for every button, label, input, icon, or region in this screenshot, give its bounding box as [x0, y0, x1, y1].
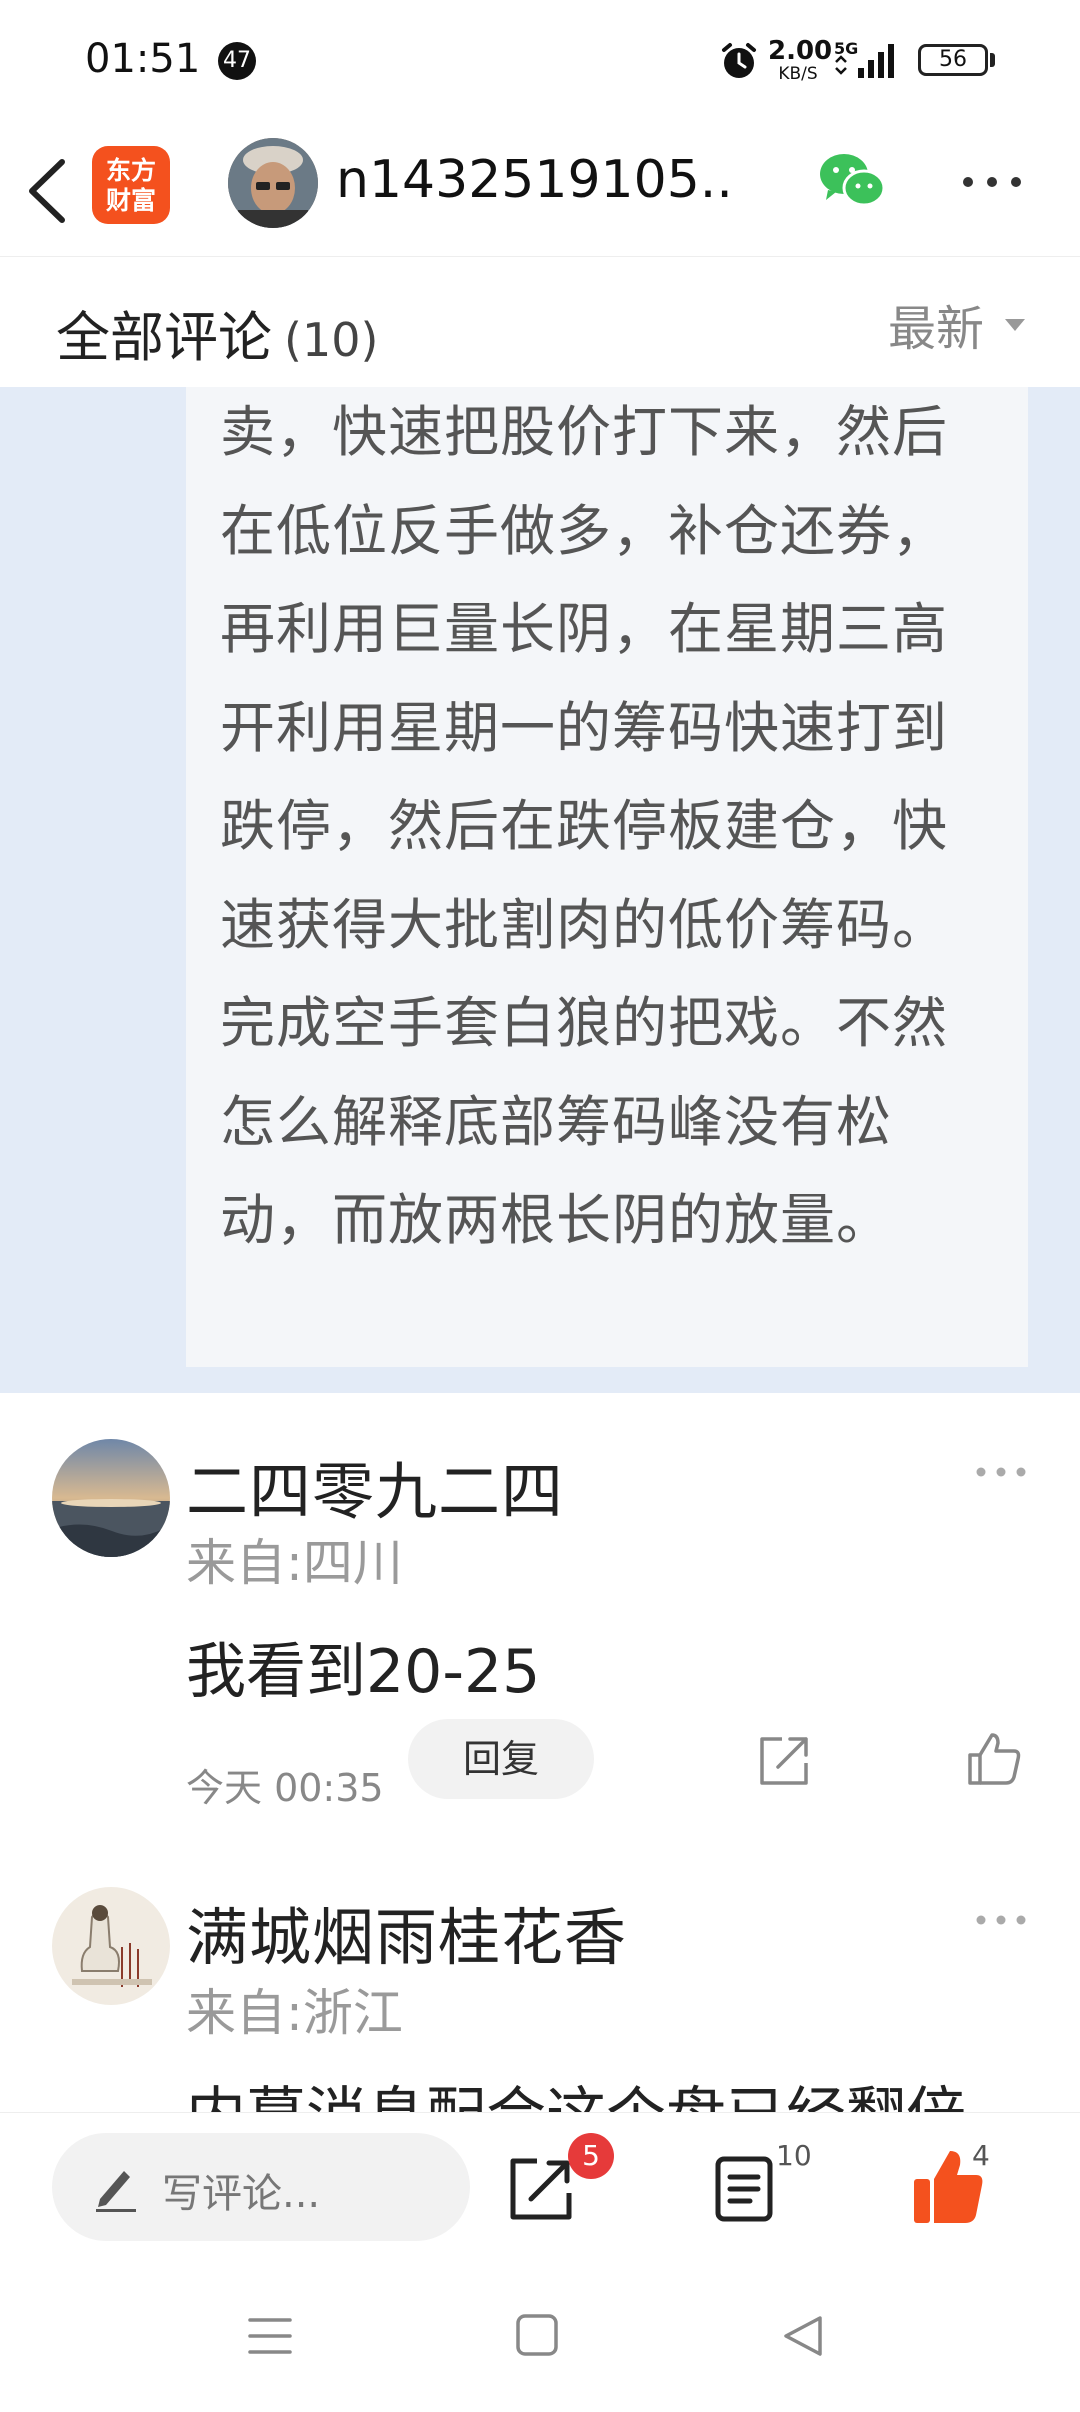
- user-avatar-image: [228, 138, 318, 228]
- sort-dropdown[interactable]: 最新: [888, 289, 984, 359]
- caret-down-icon[interactable]: [1005, 319, 1025, 331]
- more-options-icon[interactable]: [960, 172, 1024, 192]
- system-navigation-bar: [0, 2268, 1080, 2412]
- reply-button[interactable]: 回复: [408, 1719, 594, 1799]
- app-logo[interactable]: 东方 财富: [92, 146, 170, 224]
- quoted-post-text: 卖，快速把股价打下来，然后在低位反手做多，补仓还券，再利用巨量长阴，在星期三高开…: [220, 400, 949, 1252]
- comment-body: 我看到20-25: [186, 1637, 541, 1707]
- alarm-icon: [722, 43, 756, 78]
- network-speed-unit: KB/S: [778, 64, 818, 84]
- commenter-avatar-image: [52, 1439, 170, 1557]
- comment-item: 二四零九二四 来自:四川 我看到20-25 今天 00:35 回复: [0, 1393, 1080, 1853]
- pencil-icon: [96, 2171, 136, 2212]
- commenter-avatar-image: [52, 1887, 170, 2005]
- username[interactable]: n1432519105...: [336, 150, 736, 210]
- like-icon[interactable]: [964, 1729, 1024, 1789]
- commenter-name[interactable]: 二四零九二四: [186, 1441, 564, 1531]
- comment-item: 满城烟雨桂花香 来自:浙江 内幕消息配合这个盘已经翻倍: [0, 1853, 1080, 2113]
- like-count: 4: [972, 2139, 990, 2172]
- comment-body: 内幕消息配合这个盘已经翻倍: [186, 2067, 966, 2113]
- write-comment-placeholder: 写评论...: [162, 2171, 321, 2217]
- battery-level-text: 56: [939, 47, 967, 72]
- status-bar: 01:51 47 2.00 KB/S 5G 56: [0, 0, 1080, 120]
- share-count-badge: 5: [568, 2133, 614, 2179]
- comment-time: 今天 00:35: [186, 1766, 384, 1810]
- comment-more-icon[interactable]: [974, 1913, 1028, 1927]
- comments-title-text: 全部评论: [56, 306, 272, 369]
- svg-text:5G: 5G: [834, 39, 858, 58]
- battery-icon: 56: [918, 44, 988, 76]
- app-logo-line1: 东方: [105, 156, 156, 185]
- user-avatar[interactable]: [228, 138, 318, 228]
- share-icon[interactable]: [505, 2153, 577, 2225]
- notification-count-badge: 47: [218, 42, 256, 80]
- commenter-location: 来自:浙江: [186, 1984, 403, 2042]
- comments-header: 全部评论 (10) 最新: [0, 257, 1080, 387]
- battery-tip: [990, 53, 995, 67]
- signal-icon: 5G: [834, 39, 894, 78]
- commenter-location: 来自:四川: [186, 1534, 403, 1592]
- back-icon[interactable]: [18, 156, 78, 226]
- share-icon[interactable]: [756, 1733, 812, 1789]
- comments-title: 全部评论 (10): [56, 293, 378, 372]
- status-time: 01:51: [85, 36, 201, 82]
- wechat-share-icon[interactable]: [816, 150, 888, 212]
- comments-count: (10): [284, 313, 379, 367]
- home-icon[interactable]: [514, 2312, 560, 2358]
- commenter-avatar[interactable]: [52, 1887, 170, 2005]
- network-speed-value: 2.00: [768, 36, 833, 66]
- nav-header: 东方 财富 n1432519105...: [0, 120, 1080, 257]
- comment-list-icon[interactable]: [712, 2153, 776, 2225]
- write-comment-input[interactable]: 写评论...: [52, 2133, 470, 2241]
- quoted-post-box[interactable]: 卖，快速把股价打下来，然后在低位反手做多，补仓还券，再利用巨量长阴，在星期三高开…: [186, 387, 1028, 1367]
- app-logo-line2: 财富: [105, 186, 156, 215]
- bottom-action-bar: 写评论... 5 10 4: [0, 2112, 1080, 2268]
- recent-apps-icon[interactable]: [246, 2312, 294, 2360]
- commenter-avatar[interactable]: [52, 1439, 170, 1557]
- back-triangle-icon[interactable]: [778, 2312, 828, 2360]
- commenter-name[interactable]: 满城烟雨桂花香: [186, 1887, 627, 1977]
- quoted-post-section: 卖，快速把股价打下来，然后在低位反手做多，补仓还券，再利用巨量长阴，在星期三高开…: [0, 387, 1080, 1393]
- comment-more-icon[interactable]: [974, 1465, 1028, 1479]
- comment-count: 10: [776, 2139, 812, 2172]
- network-speed: 2.00 KB/S: [768, 36, 833, 84]
